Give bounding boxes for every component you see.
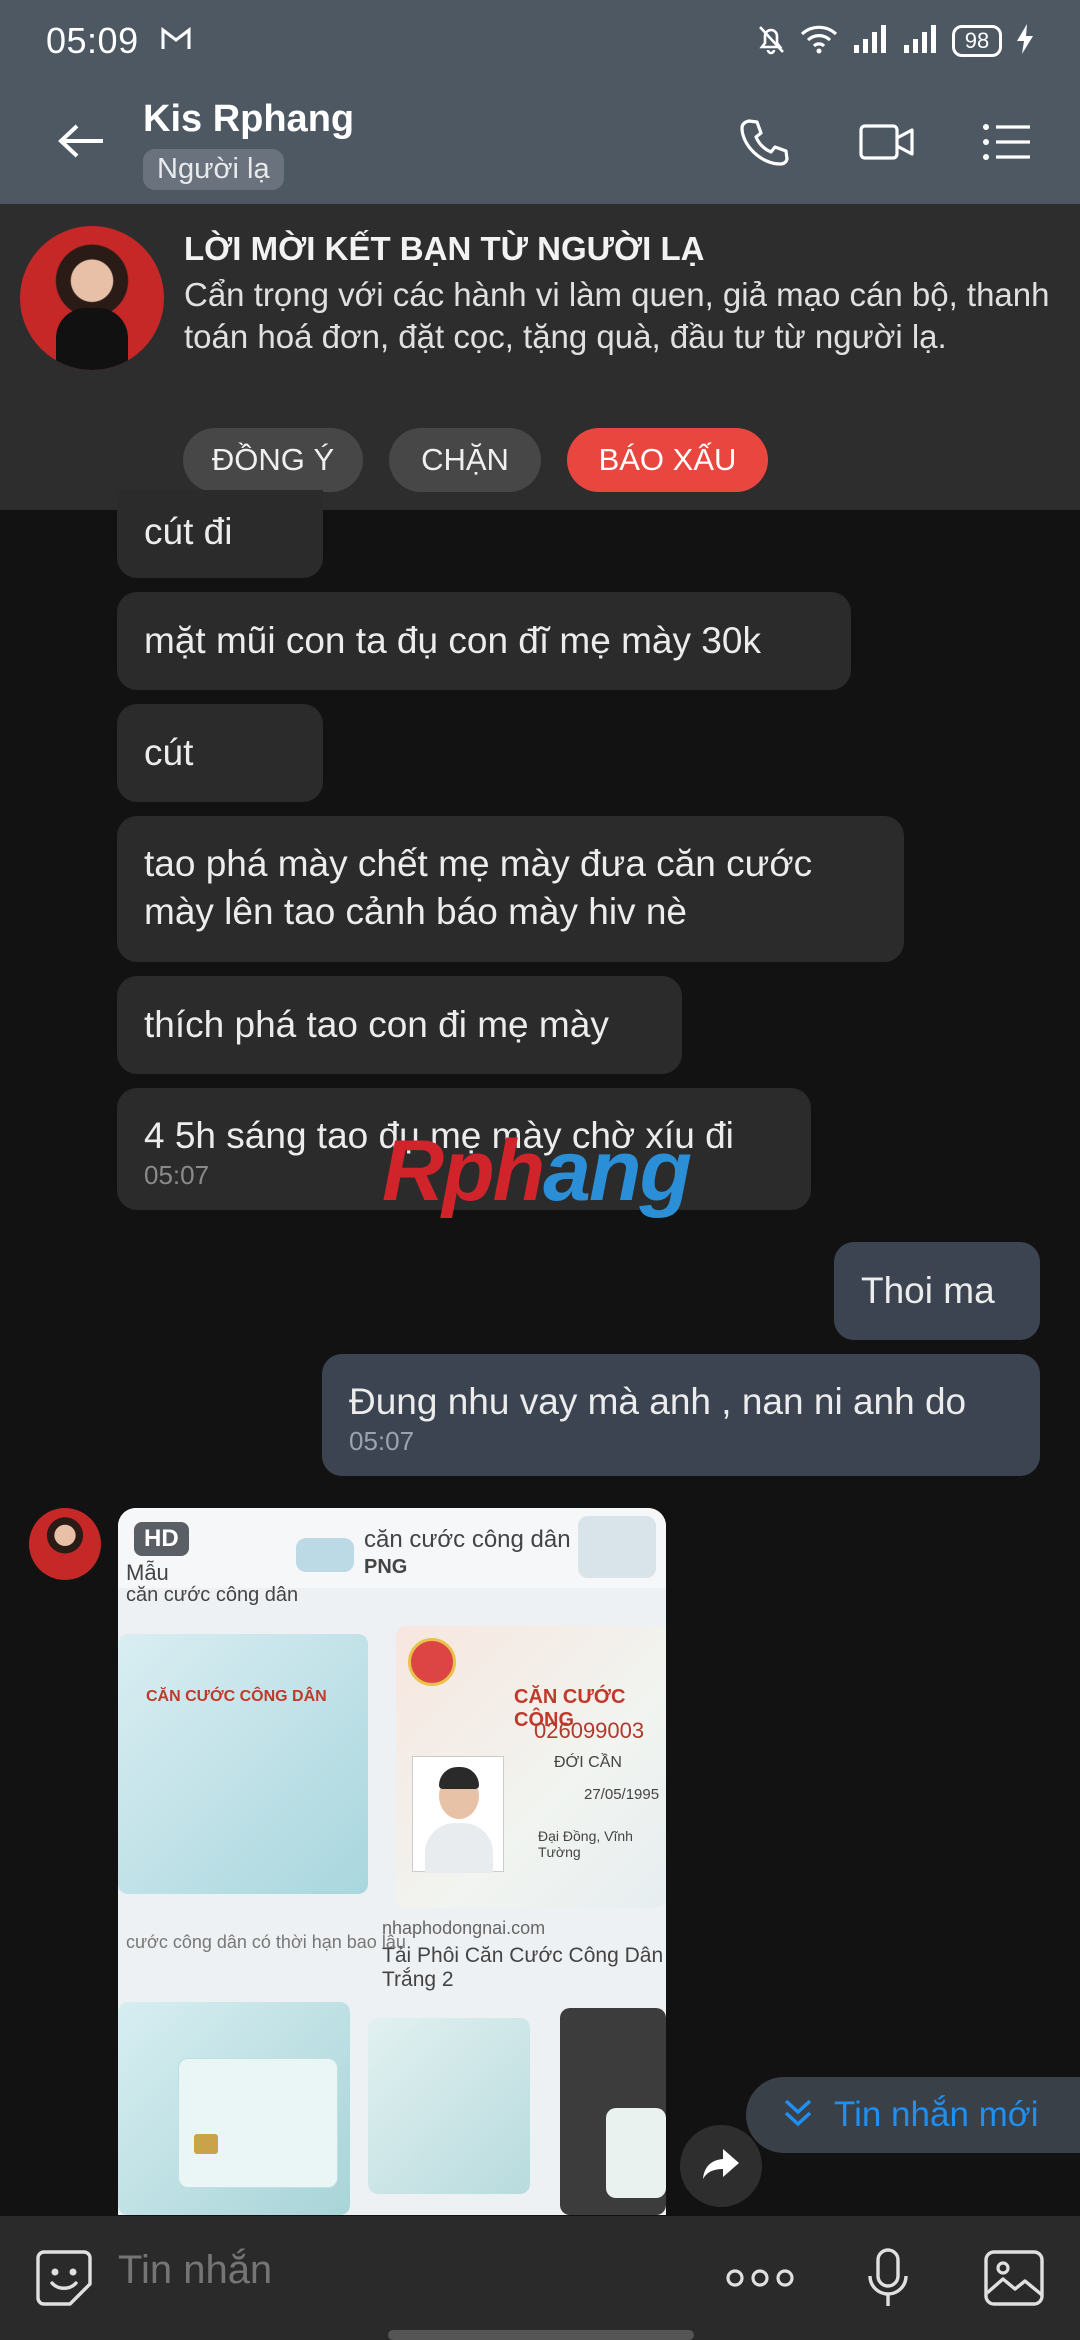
voice-call-button[interactable] [732, 112, 796, 176]
gallery-button[interactable] [980, 2246, 1048, 2314]
photo-text: Đại Đồng, Vĩnh Tường [538, 1828, 633, 1860]
share-button[interactable] [680, 2125, 762, 2207]
signal-icon [852, 24, 888, 58]
double-chevron-down-icon [782, 2097, 814, 2134]
avatar[interactable] [20, 226, 164, 370]
banner-title: LỜI MỜI KẾT BẠN TỪ NGƯỜI LẠ [184, 230, 705, 267]
card-thumbnail [578, 1516, 656, 1578]
photo-text: Mẫu [126, 1560, 169, 1585]
message-text: Đung nhu vay mà anh , nan ni anh do [349, 1381, 967, 1422]
photo-text: nhaphodongnai.com [382, 1918, 546, 1938]
wifi-icon [800, 24, 838, 59]
photo-text: CĂN CƯỚC CÔNG DÂN [146, 1688, 327, 1705]
photo-text: PNG [364, 1556, 408, 1578]
photo-text: căn cước công dân [126, 1584, 299, 1606]
chat-screen: 05:09 98 Kis Rphang Người lạ LỜI MỜI KẾT… [0, 0, 1080, 2340]
id-card-template [118, 1634, 368, 1894]
home-indicator [388, 2330, 694, 2340]
card-thumbnail [296, 1538, 354, 1572]
new-messages-label: Tin nhắn mới [834, 2095, 1039, 2134]
photo-text: Tải Phôi Căn Cước Công Dân Trắng 2 [382, 1944, 664, 1991]
new-messages-button[interactable]: Tin nhắn mới [746, 2077, 1080, 2153]
sticker-icon [34, 2248, 94, 2313]
banner-warning-text: Cẩn trọng với các hành vi làm quen, giả … [184, 276, 1050, 355]
bell-off-icon [756, 23, 786, 60]
id-photo [412, 1756, 504, 1873]
message-bubble[interactable]: cút [117, 704, 323, 802]
message-bubble-sent[interactable]: Thoi ma [834, 1242, 1040, 1340]
contact-info[interactable]: Kis Rphang Người lạ [143, 98, 354, 190]
video-call-button[interactable] [855, 112, 919, 176]
message-bubble[interactable]: thích phá tao con đi mẹ mày [117, 976, 682, 1074]
phone-icon [739, 117, 789, 172]
sticker-button[interactable] [30, 2246, 98, 2314]
message-text: mày lên tao cảnh báo mày hiv nè [144, 891, 687, 932]
id-card [178, 2058, 338, 2188]
message-bubble[interactable]: cút đi [117, 490, 323, 578]
stranger-request-banner: LỜI MỜI KẾT BẠN TỪ NGƯỜI LẠ Cẩn trọng vớ… [0, 204, 1080, 510]
message-text: thích phá tao con đi mẹ mày [144, 1004, 609, 1045]
emblem-icon [408, 1638, 456, 1686]
more-icon [725, 2268, 795, 2293]
watermark-logo: Rphang [382, 1123, 692, 1219]
id-card [606, 2108, 666, 2198]
photo-text: ĐỚI CẦN [554, 1754, 622, 1771]
photo-text: 026099003 [534, 1718, 645, 1743]
contact-name: Kis Rphang [143, 98, 355, 140]
photo-text: căn cước công dân [364, 1526, 571, 1553]
id-card-template [368, 2018, 530, 2194]
back-button[interactable] [50, 112, 112, 174]
hd-badge: HD [134, 1522, 189, 1556]
voice-message-button[interactable] [854, 2246, 922, 2314]
message-text: cút đi [144, 511, 233, 552]
message-bubble[interactable]: mặt mũi con ta đụ con đĩ mẹ mày 30k [117, 592, 851, 690]
signal-icon [902, 24, 938, 58]
more-button[interactable] [726, 2246, 794, 2314]
message-text: Thoi ma [861, 1270, 995, 1311]
chat-header: Kis Rphang Người lạ [0, 82, 1080, 204]
menu-list-icon [982, 122, 1032, 167]
status-bar: 05:09 98 [0, 0, 1080, 82]
photo-text: cước công dân có thời hạn bao lâu [126, 1932, 406, 1952]
accept-button[interactable]: ĐỒNG Ý [183, 428, 363, 492]
report-button[interactable]: BÁO XẤU [567, 428, 768, 492]
video-call-icon [859, 122, 915, 167]
message-text: cút [144, 732, 194, 773]
share-forward-icon [701, 2147, 741, 2186]
message-input[interactable] [118, 2248, 678, 2293]
chip-icon [194, 2134, 218, 2154]
microphone-icon [866, 2247, 910, 2313]
message-time: 05:07 [349, 1426, 415, 1456]
message-composer [0, 2216, 1080, 2340]
message-bubble-sent[interactable]: Đung nhu vay mà anh , nan ni anh do 05:0… [322, 1354, 1040, 1476]
status-time: 05:09 [46, 20, 139, 61]
message-bubble[interactable]: tao phá mày chết mẹ mày đưa căn cước mày… [117, 816, 904, 962]
chat-options-button[interactable] [975, 112, 1039, 176]
block-button[interactable]: CHẶN [389, 428, 541, 492]
battery-icon: 98 [952, 25, 1002, 57]
message-text: mặt mũi con ta đụ con đĩ mẹ mày 30k [144, 620, 761, 661]
charging-icon [1016, 23, 1034, 59]
image-icon [983, 2249, 1045, 2312]
stranger-tag: Người lạ [143, 149, 284, 190]
message-text: tao phá mày chết mẹ mày đưa căn cước [144, 843, 813, 884]
avatar[interactable] [29, 1508, 101, 1580]
gmail-icon [161, 26, 191, 56]
photo-text: 27/05/1995 [584, 1786, 660, 1803]
image-message[interactable]: căn cước công dân PNG Mẫu căn cước công … [118, 1508, 666, 2215]
back-arrow-icon [57, 123, 105, 164]
